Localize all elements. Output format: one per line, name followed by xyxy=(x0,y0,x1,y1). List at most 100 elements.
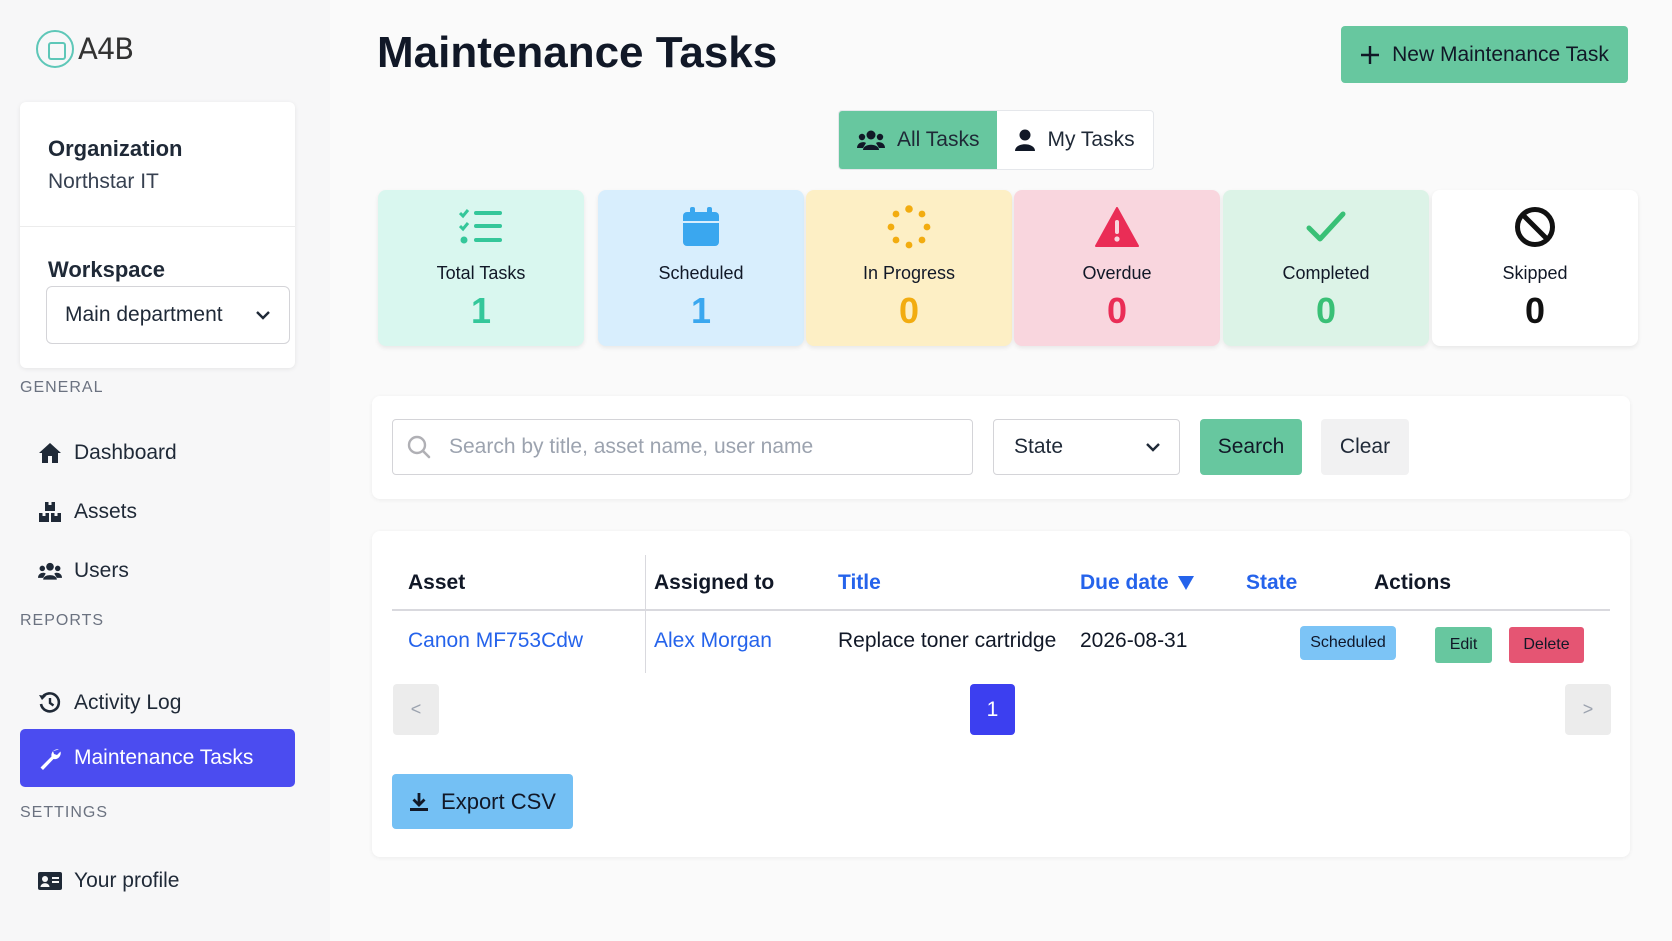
pagination-prev-button[interactable]: < xyxy=(393,684,439,735)
column-header-assigned: Assigned to xyxy=(654,571,775,594)
tasks-table-card: Asset Assigned to Title Due date State A… xyxy=(372,531,1630,857)
sidebar-item-assets[interactable]: Assets xyxy=(20,483,295,541)
logo-icon xyxy=(36,30,74,68)
header-divider xyxy=(392,609,1610,611)
page-title: Maintenance Tasks xyxy=(377,28,778,77)
search-field[interactable] xyxy=(392,419,973,475)
organization-label: Organization xyxy=(48,136,183,161)
sort-desc-icon xyxy=(1177,576,1194,590)
sidebar-item-dashboard[interactable]: Dashboard xyxy=(20,424,295,482)
organization-name: Northstar IT xyxy=(48,170,159,193)
section-label-reports: REPORTS xyxy=(20,612,105,629)
user-icon xyxy=(1015,129,1036,151)
stat-value: 0 xyxy=(1106,290,1128,331)
state-filter-value: State xyxy=(1014,435,1064,458)
filter-bar: State Search Clear xyxy=(372,396,1630,499)
stat-card-completed[interactable]: Completed 0 xyxy=(1223,190,1429,346)
warning-icon xyxy=(1014,202,1220,252)
section-label-settings: SETTINGS xyxy=(20,804,109,821)
stat-card-in-progress[interactable]: In Progress 0 xyxy=(806,190,1012,346)
check-icon xyxy=(1223,202,1429,252)
download-icon xyxy=(410,792,429,811)
sidebar-item-label: Dashboard xyxy=(74,441,177,464)
stat-label: Completed xyxy=(1282,263,1370,283)
stat-value: 1 xyxy=(470,290,492,331)
sidebar-item-users[interactable]: Users xyxy=(20,542,295,600)
stat-value: 1 xyxy=(690,290,712,331)
task-view-toggle: All Tasks My Tasks xyxy=(838,110,1154,170)
column-header-actions: Actions xyxy=(1374,571,1452,594)
due-date: 2026-08-31 xyxy=(1080,629,1188,652)
stat-card-scheduled[interactable]: Scheduled 1 xyxy=(598,190,804,346)
new-maintenance-task-label: New Maintenance Task xyxy=(1392,42,1609,66)
workspace-select[interactable]: Main department xyxy=(46,286,290,344)
search-icon xyxy=(407,435,431,459)
all-tasks-tab[interactable]: All Tasks xyxy=(839,111,998,169)
stat-card-overdue[interactable]: Overdue 0 xyxy=(1014,190,1220,346)
export-csv-label: Export CSV xyxy=(441,788,556,814)
all-tasks-label: All Tasks xyxy=(897,128,980,151)
workspace-select-value: Main department xyxy=(65,303,223,326)
export-csv-button[interactable]: Export CSV xyxy=(392,774,573,829)
stat-label: Total Tasks xyxy=(436,263,526,283)
logo[interactable]: A4B xyxy=(36,30,134,68)
task-title: Replace toner cartridge xyxy=(838,629,1057,652)
stat-value: 0 xyxy=(1315,290,1337,331)
sidebar-item-label: Maintenance Tasks xyxy=(74,746,254,769)
chevron-down-icon xyxy=(1146,443,1160,452)
logo-text: A4B xyxy=(78,32,134,66)
asset-link[interactable]: Canon MF753Cdw xyxy=(408,629,583,653)
clear-button[interactable]: Clear xyxy=(1321,419,1409,475)
users-icon xyxy=(38,559,62,583)
stat-card-total[interactable]: Total Tasks 1 xyxy=(378,190,584,346)
my-tasks-tab[interactable]: My Tasks xyxy=(997,111,1152,169)
stat-value: 0 xyxy=(898,290,920,331)
section-label-general: GENERAL xyxy=(20,379,104,396)
stat-label: Skipped xyxy=(1502,263,1568,283)
stat-label: Overdue xyxy=(1082,263,1152,283)
pagination-page-1[interactable]: 1 xyxy=(970,684,1015,735)
my-tasks-label: My Tasks xyxy=(1047,128,1135,151)
state-filter-select[interactable]: State xyxy=(993,419,1180,475)
plus-icon xyxy=(1361,45,1380,64)
column-divider xyxy=(645,555,646,673)
column-header-state[interactable]: State xyxy=(1246,571,1297,595)
sidebar-item-activity-log[interactable]: Activity Log xyxy=(20,674,295,732)
sidebar-item-label: Users xyxy=(74,559,129,582)
sidebar-item-label: Assets xyxy=(74,500,138,523)
history-icon xyxy=(38,691,62,715)
status-badge: Scheduled xyxy=(1300,626,1396,660)
stat-label: Scheduled xyxy=(658,263,744,283)
boxes-icon xyxy=(38,500,62,524)
calendar-icon xyxy=(598,202,804,252)
spinner-icon xyxy=(806,202,1012,252)
list-check-icon xyxy=(378,202,584,252)
stat-card-skipped[interactable]: Skipped 0 xyxy=(1432,190,1638,346)
search-input[interactable] xyxy=(449,435,949,459)
workspace-label: Workspace xyxy=(48,257,165,282)
sidebar-item-label: Activity Log xyxy=(74,691,182,714)
edit-button[interactable]: Edit xyxy=(1435,627,1492,663)
column-header-due-date-label: Due date xyxy=(1080,571,1169,594)
sidebar-item-label: Your profile xyxy=(74,869,180,892)
organization-card: Organization Northstar IT Workspace Main… xyxy=(20,102,295,368)
chevron-down-icon xyxy=(256,311,270,320)
wrench-icon xyxy=(38,746,62,770)
pagination-next-button[interactable]: > xyxy=(1565,684,1611,735)
assigned-user-link[interactable]: Alex Morgan xyxy=(654,629,772,653)
users-icon xyxy=(857,130,885,150)
new-maintenance-task-button[interactable]: New Maintenance Task xyxy=(1341,26,1628,83)
column-header-title[interactable]: Title xyxy=(838,571,881,595)
delete-button[interactable]: Delete xyxy=(1509,627,1584,663)
sidebar: A4B Organization Northstar IT Workspace … xyxy=(0,0,330,941)
column-header-due-date[interactable]: Due date xyxy=(1080,571,1195,595)
divider xyxy=(20,226,295,227)
column-header-asset: Asset xyxy=(408,571,466,594)
home-icon xyxy=(38,441,62,465)
search-button[interactable]: Search xyxy=(1200,419,1302,475)
sidebar-item-maintenance-tasks[interactable]: Maintenance Tasks xyxy=(20,729,295,787)
ban-icon xyxy=(1432,202,1638,252)
id-card-icon xyxy=(38,869,62,893)
sidebar-item-your-profile[interactable]: Your profile xyxy=(20,852,295,910)
stat-value: 0 xyxy=(1524,290,1546,331)
